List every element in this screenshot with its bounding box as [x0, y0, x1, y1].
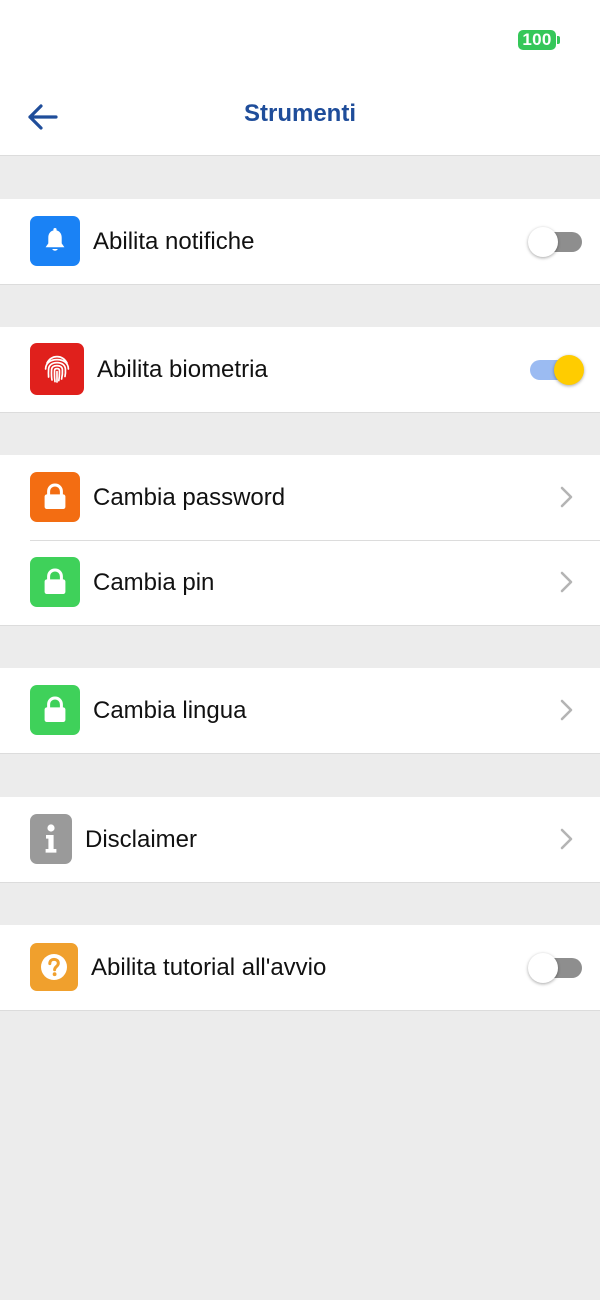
change-password-label: Cambia password	[93, 484, 286, 511]
lock-icon	[30, 472, 80, 522]
change-language-label: Cambia lingua	[93, 697, 247, 724]
biometrics-toggle[interactable]	[528, 355, 584, 385]
toggle-knob	[528, 227, 558, 257]
change-password-row[interactable]: Cambia password	[0, 455, 600, 540]
change-pin-row[interactable]: Cambia pin	[0, 540, 600, 625]
biometrics-row[interactable]: Abilita biometria	[0, 327, 600, 412]
lock-icon	[30, 557, 80, 607]
notifications-toggle[interactable]	[528, 227, 584, 257]
notifications-section: Abilita notifiche	[0, 199, 600, 285]
status-bar: 100	[0, 0, 600, 80]
notifications-row[interactable]: Abilita notifiche	[0, 199, 600, 284]
chevron-right-icon	[560, 486, 573, 508]
change-pin-label: Cambia pin	[93, 569, 215, 596]
fingerprint-icon	[30, 343, 84, 395]
tutorial-label: Abilita tutorial all'avvio	[91, 954, 327, 981]
bell-icon	[30, 216, 80, 266]
tutorial-section: Abilita tutorial all'avvio	[0, 925, 600, 1011]
info-icon	[30, 814, 72, 864]
disclaimer-row[interactable]: Disclaimer	[0, 797, 600, 882]
disclaimer-section: Disclaimer	[0, 797, 600, 883]
question-icon	[30, 943, 78, 991]
page-title: Strumenti	[243, 100, 356, 127]
battery-indicator: 100	[518, 30, 560, 50]
tutorial-row[interactable]: Abilita tutorial all'avvio	[0, 925, 600, 1010]
header: Strumenti	[0, 80, 600, 156]
disclaimer-label: Disclaimer	[85, 826, 198, 853]
biometrics-label: Abilita biometria	[97, 356, 268, 383]
lock-icon	[30, 685, 80, 735]
change-language-row[interactable]: Cambia lingua	[0, 668, 600, 753]
toggle-knob	[528, 953, 558, 983]
arrow-left-icon	[28, 104, 58, 130]
credentials-section: Cambia password Cambia pin	[0, 455, 600, 626]
language-section: Cambia lingua	[0, 668, 600, 754]
back-button[interactable]	[22, 96, 64, 138]
toggle-knob	[554, 355, 584, 385]
chevron-right-icon	[560, 571, 573, 593]
chevron-right-icon	[560, 828, 573, 850]
biometrics-section: Abilita biometria	[0, 327, 600, 413]
notifications-label: Abilita notifiche	[93, 228, 255, 255]
tutorial-toggle[interactable]	[528, 953, 584, 983]
chevron-right-icon	[560, 699, 573, 721]
